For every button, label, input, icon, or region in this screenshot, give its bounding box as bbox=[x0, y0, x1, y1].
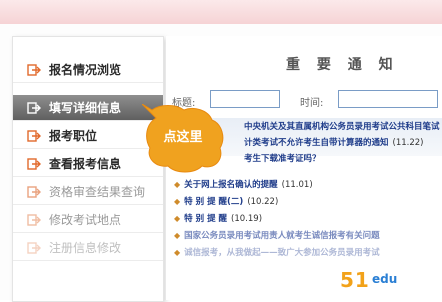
arrow-into-box-icon bbox=[27, 241, 41, 254]
notice-item[interactable]: 考生下载准考证吗？ bbox=[244, 152, 442, 167]
notice-item[interactable]: ◆ 诚信报考，从我做起——致广大参加公务员录用考试 bbox=[174, 245, 442, 260]
diamond-bullet-icon: ◆ bbox=[174, 214, 181, 223]
sidebar-item-change-exam-location[interactable]: 修改考试地点 bbox=[13, 207, 163, 233]
diamond-bullet-icon: ◆ bbox=[174, 197, 181, 206]
logo-suffix: edu bbox=[372, 272, 398, 286]
sidebar-item-label: 报考职位 bbox=[49, 129, 98, 143]
notice-item[interactable]: ◆ 特 别 提 醒 (10.19) bbox=[174, 211, 442, 226]
arrow-into-box-icon bbox=[27, 63, 41, 76]
time-filter-label: 时间: bbox=[300, 98, 324, 109]
arrow-into-box-icon bbox=[27, 213, 41, 226]
sidebar-item-edit-registration[interactable]: 注册信息修改 bbox=[13, 235, 163, 261]
time-filter-input[interactable] bbox=[338, 90, 438, 108]
sidebar-item-label: 报名情况浏览 bbox=[49, 63, 122, 77]
arrow-into-box-icon bbox=[27, 157, 41, 170]
page-title: 重 要 通 知 bbox=[286, 57, 399, 73]
sidebar-item-view-application[interactable]: 查看报考信息 bbox=[13, 151, 163, 177]
diamond-bullet-icon: ◆ bbox=[174, 231, 181, 240]
diamond-bullet-icon: ◆ bbox=[174, 180, 181, 189]
sidebar-item-fill-details[interactable]: 填写详细信息 bbox=[13, 95, 163, 121]
logo-number: 51 bbox=[340, 268, 370, 292]
sidebar-item-label: 注册信息修改 bbox=[49, 241, 122, 255]
sidebar-item-apply-position[interactable]: 报考职位 bbox=[13, 123, 163, 149]
sidebar-item-label: 资格审查结果查询 bbox=[49, 185, 146, 199]
diamond-bullet-icon: ◆ bbox=[174, 248, 181, 257]
sidebar-item-label: 填写详细信息 bbox=[49, 101, 122, 115]
arrow-into-box-icon bbox=[27, 185, 41, 198]
sidebar-item-label: 查看报考信息 bbox=[49, 157, 122, 171]
notice-item[interactable]: ◆ 特 别 提 醒(二) (10.22) bbox=[174, 194, 442, 209]
top-band bbox=[0, 0, 442, 24]
arrow-into-box-icon bbox=[27, 129, 41, 142]
sidebar-item-qualification-result[interactable]: 资格审查结果查询 bbox=[13, 179, 163, 205]
sidebar-item-registration-overview[interactable]: 报名情况浏览 bbox=[13, 57, 163, 83]
arrow-into-box-icon bbox=[27, 101, 41, 114]
notice-item[interactable]: ◆ 国家公务员录用考试用责人就考生诚信报考有关问题 bbox=[174, 228, 442, 243]
sidebar-item-label: 修改考试地点 bbox=[49, 213, 122, 227]
notice-item[interactable]: 计类考试不允许考生自带计算器的通知 (11.22) bbox=[244, 136, 442, 151]
notice-item[interactable]: ◆ 关于网上报名确认的提醒 (11.01) bbox=[174, 177, 442, 192]
callout-text: 点这里 bbox=[163, 130, 203, 145]
notice-item[interactable]: 中央机关及其直属机构公务员录用考试公共科目笔试 bbox=[244, 120, 442, 135]
